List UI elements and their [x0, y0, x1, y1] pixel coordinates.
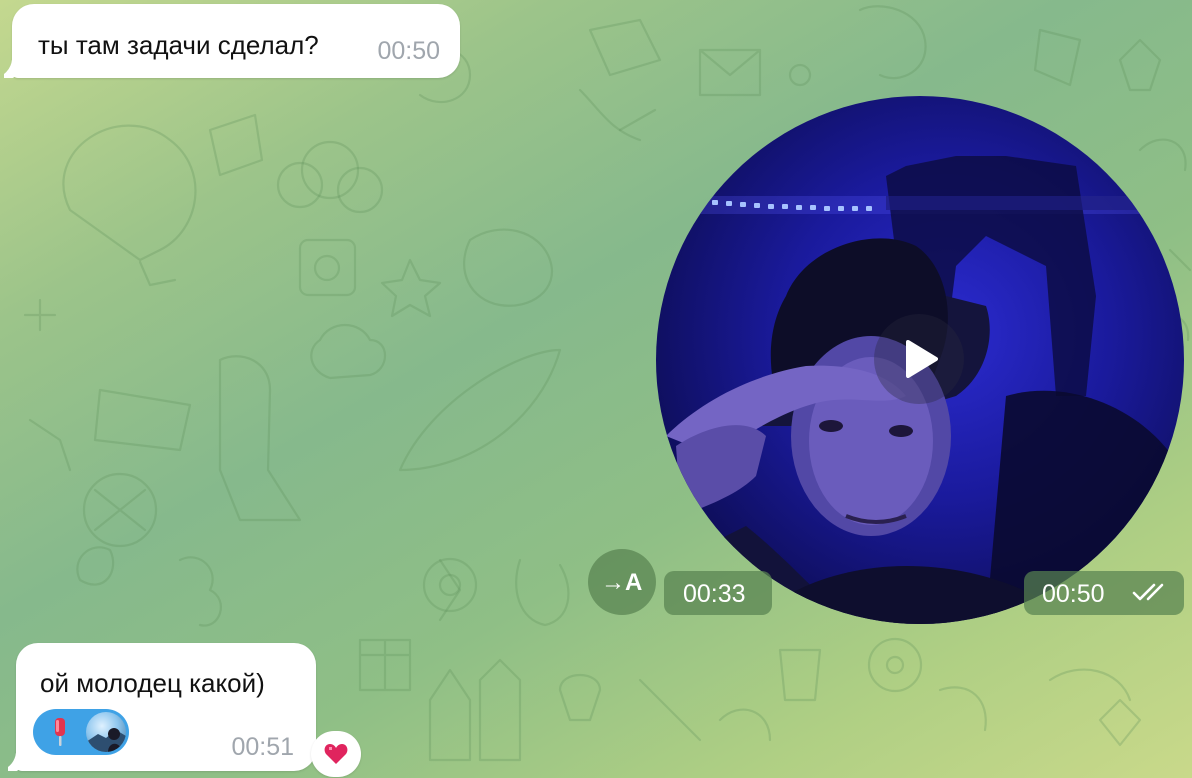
bubble-tail	[6, 753, 26, 771]
video-duration: 00:33	[683, 580, 746, 608]
play-icon	[906, 340, 938, 378]
incoming-message[interactable]: ой молодец какой) 00:51	[16, 643, 316, 771]
avatar	[86, 712, 126, 752]
custom-emoji-pill[interactable]	[33, 709, 129, 755]
message-time: 00:51	[231, 733, 294, 761]
heart-icon	[324, 744, 348, 764]
bubble-tail	[2, 60, 22, 78]
video-time: 00:50	[1042, 580, 1105, 608]
play-button[interactable]	[874, 314, 964, 404]
video-time-badge: 00:50	[1024, 571, 1184, 615]
message-time: 00:50	[377, 37, 440, 65]
message-text: ты там задачи сделал?	[38, 30, 319, 60]
heart-reaction[interactable]	[311, 731, 361, 777]
double-check-icon	[1132, 583, 1164, 601]
incoming-message[interactable]: ты там задачи сделал? 00:50	[12, 4, 460, 78]
video-duration-badge: 00:33	[664, 571, 772, 615]
transcribe-label: →A	[601, 569, 643, 596]
popsicle-icon	[55, 718, 65, 746]
chat-area: ты там задачи сделал? 00:50 →A 00:33 00:…	[0, 0, 1192, 778]
message-text: ой молодец какой)	[40, 668, 265, 698]
transcribe-button[interactable]: →A	[588, 549, 656, 615]
